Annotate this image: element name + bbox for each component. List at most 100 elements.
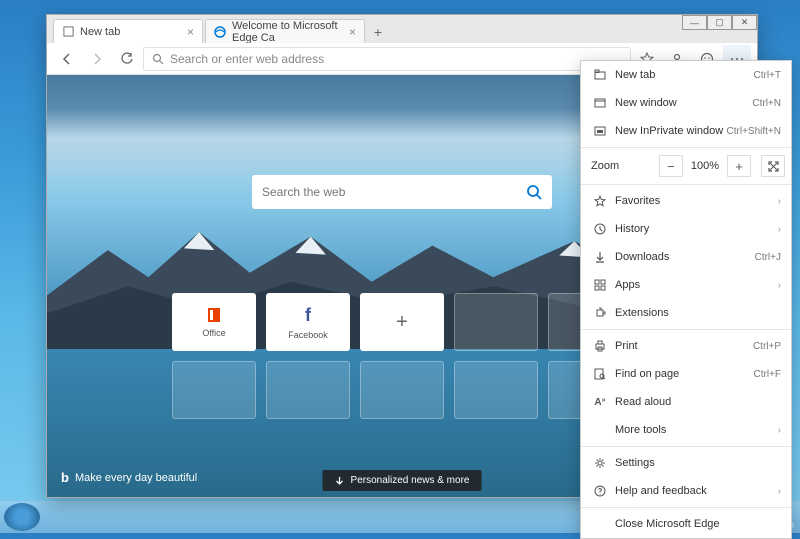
menu-print[interactable]: Print Ctrl+P [581, 332, 791, 360]
menu-shortcut: Ctrl+N [752, 98, 781, 109]
menu-downloads[interactable]: Downloads Ctrl+J [581, 243, 791, 271]
tile-label: Office [202, 328, 225, 338]
empty-tile [454, 293, 538, 351]
refresh-button[interactable] [113, 45, 141, 73]
star-icon [591, 195, 609, 207]
empty-tile [172, 361, 256, 419]
menu-inprivate[interactable]: New InPrivate window Ctrl+Shift+N [581, 117, 791, 145]
menu-shortcut: Ctrl+P [753, 341, 781, 352]
menu-label: Favorites [615, 195, 778, 207]
menu-shortcut: Ctrl+Shift+N [727, 126, 781, 137]
menu-history[interactable]: History › [581, 215, 791, 243]
office-icon [205, 306, 223, 324]
menu-new-tab[interactable]: New tab Ctrl+T [581, 61, 791, 89]
new-tab-button[interactable]: + [367, 21, 389, 43]
apps-icon [591, 279, 609, 291]
find-icon [591, 368, 609, 380]
plus-icon: + [396, 311, 408, 334]
fullscreen-button[interactable] [761, 155, 785, 177]
window-controls: — ▢ ✕ [682, 15, 757, 30]
minimize-button[interactable]: — [682, 15, 707, 30]
empty-tile [454, 361, 538, 419]
chevron-right-icon: › [778, 196, 781, 207]
download-icon [591, 251, 609, 263]
zoom-in-button[interactable]: + [727, 155, 751, 177]
maximize-button[interactable]: ▢ [707, 15, 732, 30]
chevron-right-icon: › [778, 224, 781, 235]
tile-office[interactable]: Office [172, 293, 256, 351]
menu-find[interactable]: Find on page Ctrl+F [581, 360, 791, 388]
print-icon [591, 340, 609, 352]
menu-apps[interactable]: Apps › [581, 271, 791, 299]
menu-label: Read aloud [615, 396, 781, 408]
menu-label: Settings [615, 457, 781, 469]
bing-attribution[interactable]: b Make every day beautiful [61, 470, 197, 485]
menu-favorites[interactable]: Favorites › [581, 187, 791, 215]
menu-label: History [615, 223, 778, 235]
menu-read-aloud[interactable]: A» Read aloud [581, 388, 791, 416]
chevron-right-icon: › [778, 486, 781, 497]
menu-label: Downloads [615, 251, 755, 263]
search-icon [152, 53, 164, 65]
address-bar[interactable]: Search or enter web address [143, 47, 631, 71]
menu-shortcut: Ctrl+T [754, 70, 782, 81]
search-icon[interactable] [526, 184, 542, 200]
menu-label: Apps [615, 279, 778, 291]
news-toggle[interactable]: Personalized news & more [323, 470, 482, 491]
menu-shortcut: Ctrl+F [754, 369, 782, 380]
zoom-value: 100% [687, 160, 723, 172]
web-search-input[interactable] [262, 185, 526, 199]
start-button[interactable] [4, 503, 40, 531]
menu-label: New window [615, 97, 752, 109]
menu-label: New tab [615, 69, 754, 81]
menu-settings[interactable]: Settings [581, 449, 791, 477]
window-icon [591, 97, 609, 109]
empty-tile [266, 361, 350, 419]
web-search-box[interactable] [252, 175, 552, 209]
menu-label: Help and feedback [615, 485, 778, 497]
menu-shortcut: Ctrl+J [755, 252, 781, 263]
inprivate-icon [591, 125, 609, 137]
download-icon [335, 476, 345, 486]
menu-more-tools[interactable]: More tools › [581, 416, 791, 444]
page-icon [62, 26, 74, 38]
edge-icon [214, 26, 226, 38]
close-icon[interactable]: × [187, 25, 194, 39]
add-tile-button[interactable]: + [360, 293, 444, 351]
help-icon [591, 485, 609, 497]
forward-button[interactable] [83, 45, 111, 73]
close-icon[interactable]: × [349, 25, 356, 39]
tab-new-tab[interactable]: New tab × [53, 19, 203, 43]
history-icon [591, 223, 609, 235]
tab-strip: New tab × Welcome to Microsoft Edge Ca ×… [47, 15, 757, 43]
menu-label: Print [615, 340, 753, 352]
zoom-out-button[interactable]: − [659, 155, 683, 177]
news-label: Personalized news & more [351, 475, 470, 486]
settings-menu: New tab Ctrl+T New window Ctrl+N New InP… [580, 60, 792, 539]
menu-label: More tools [615, 424, 778, 436]
menu-label: Find on page [615, 368, 754, 380]
chevron-right-icon: › [778, 425, 781, 436]
menu-new-window[interactable]: New window Ctrl+N [581, 89, 791, 117]
back-button[interactable] [53, 45, 81, 73]
tab-welcome[interactable]: Welcome to Microsoft Edge Ca × [205, 19, 365, 43]
footer-text: Make every day beautiful [75, 472, 197, 484]
tab-label: New tab [80, 26, 120, 38]
address-placeholder: Search or enter web address [170, 52, 324, 66]
quick-links: Office f Facebook + [172, 293, 632, 429]
close-window-button[interactable]: ✕ [732, 15, 757, 30]
read-aloud-icon: A» [591, 397, 609, 408]
menu-label: Extensions [615, 307, 781, 319]
menu-help[interactable]: Help and feedback › [581, 477, 791, 505]
extensions-icon [591, 307, 609, 319]
bing-icon: b [61, 470, 69, 485]
tab-icon [591, 69, 609, 81]
chevron-right-icon: › [778, 280, 781, 291]
menu-extensions[interactable]: Extensions [581, 299, 791, 327]
tab-label: Welcome to Microsoft Edge Ca [232, 20, 349, 44]
gear-icon [591, 457, 609, 469]
tile-facebook[interactable]: f Facebook [266, 293, 350, 351]
watermark: wsiidn.com [749, 520, 794, 530]
zoom-label: Zoom [591, 160, 619, 172]
facebook-icon: f [305, 305, 311, 326]
